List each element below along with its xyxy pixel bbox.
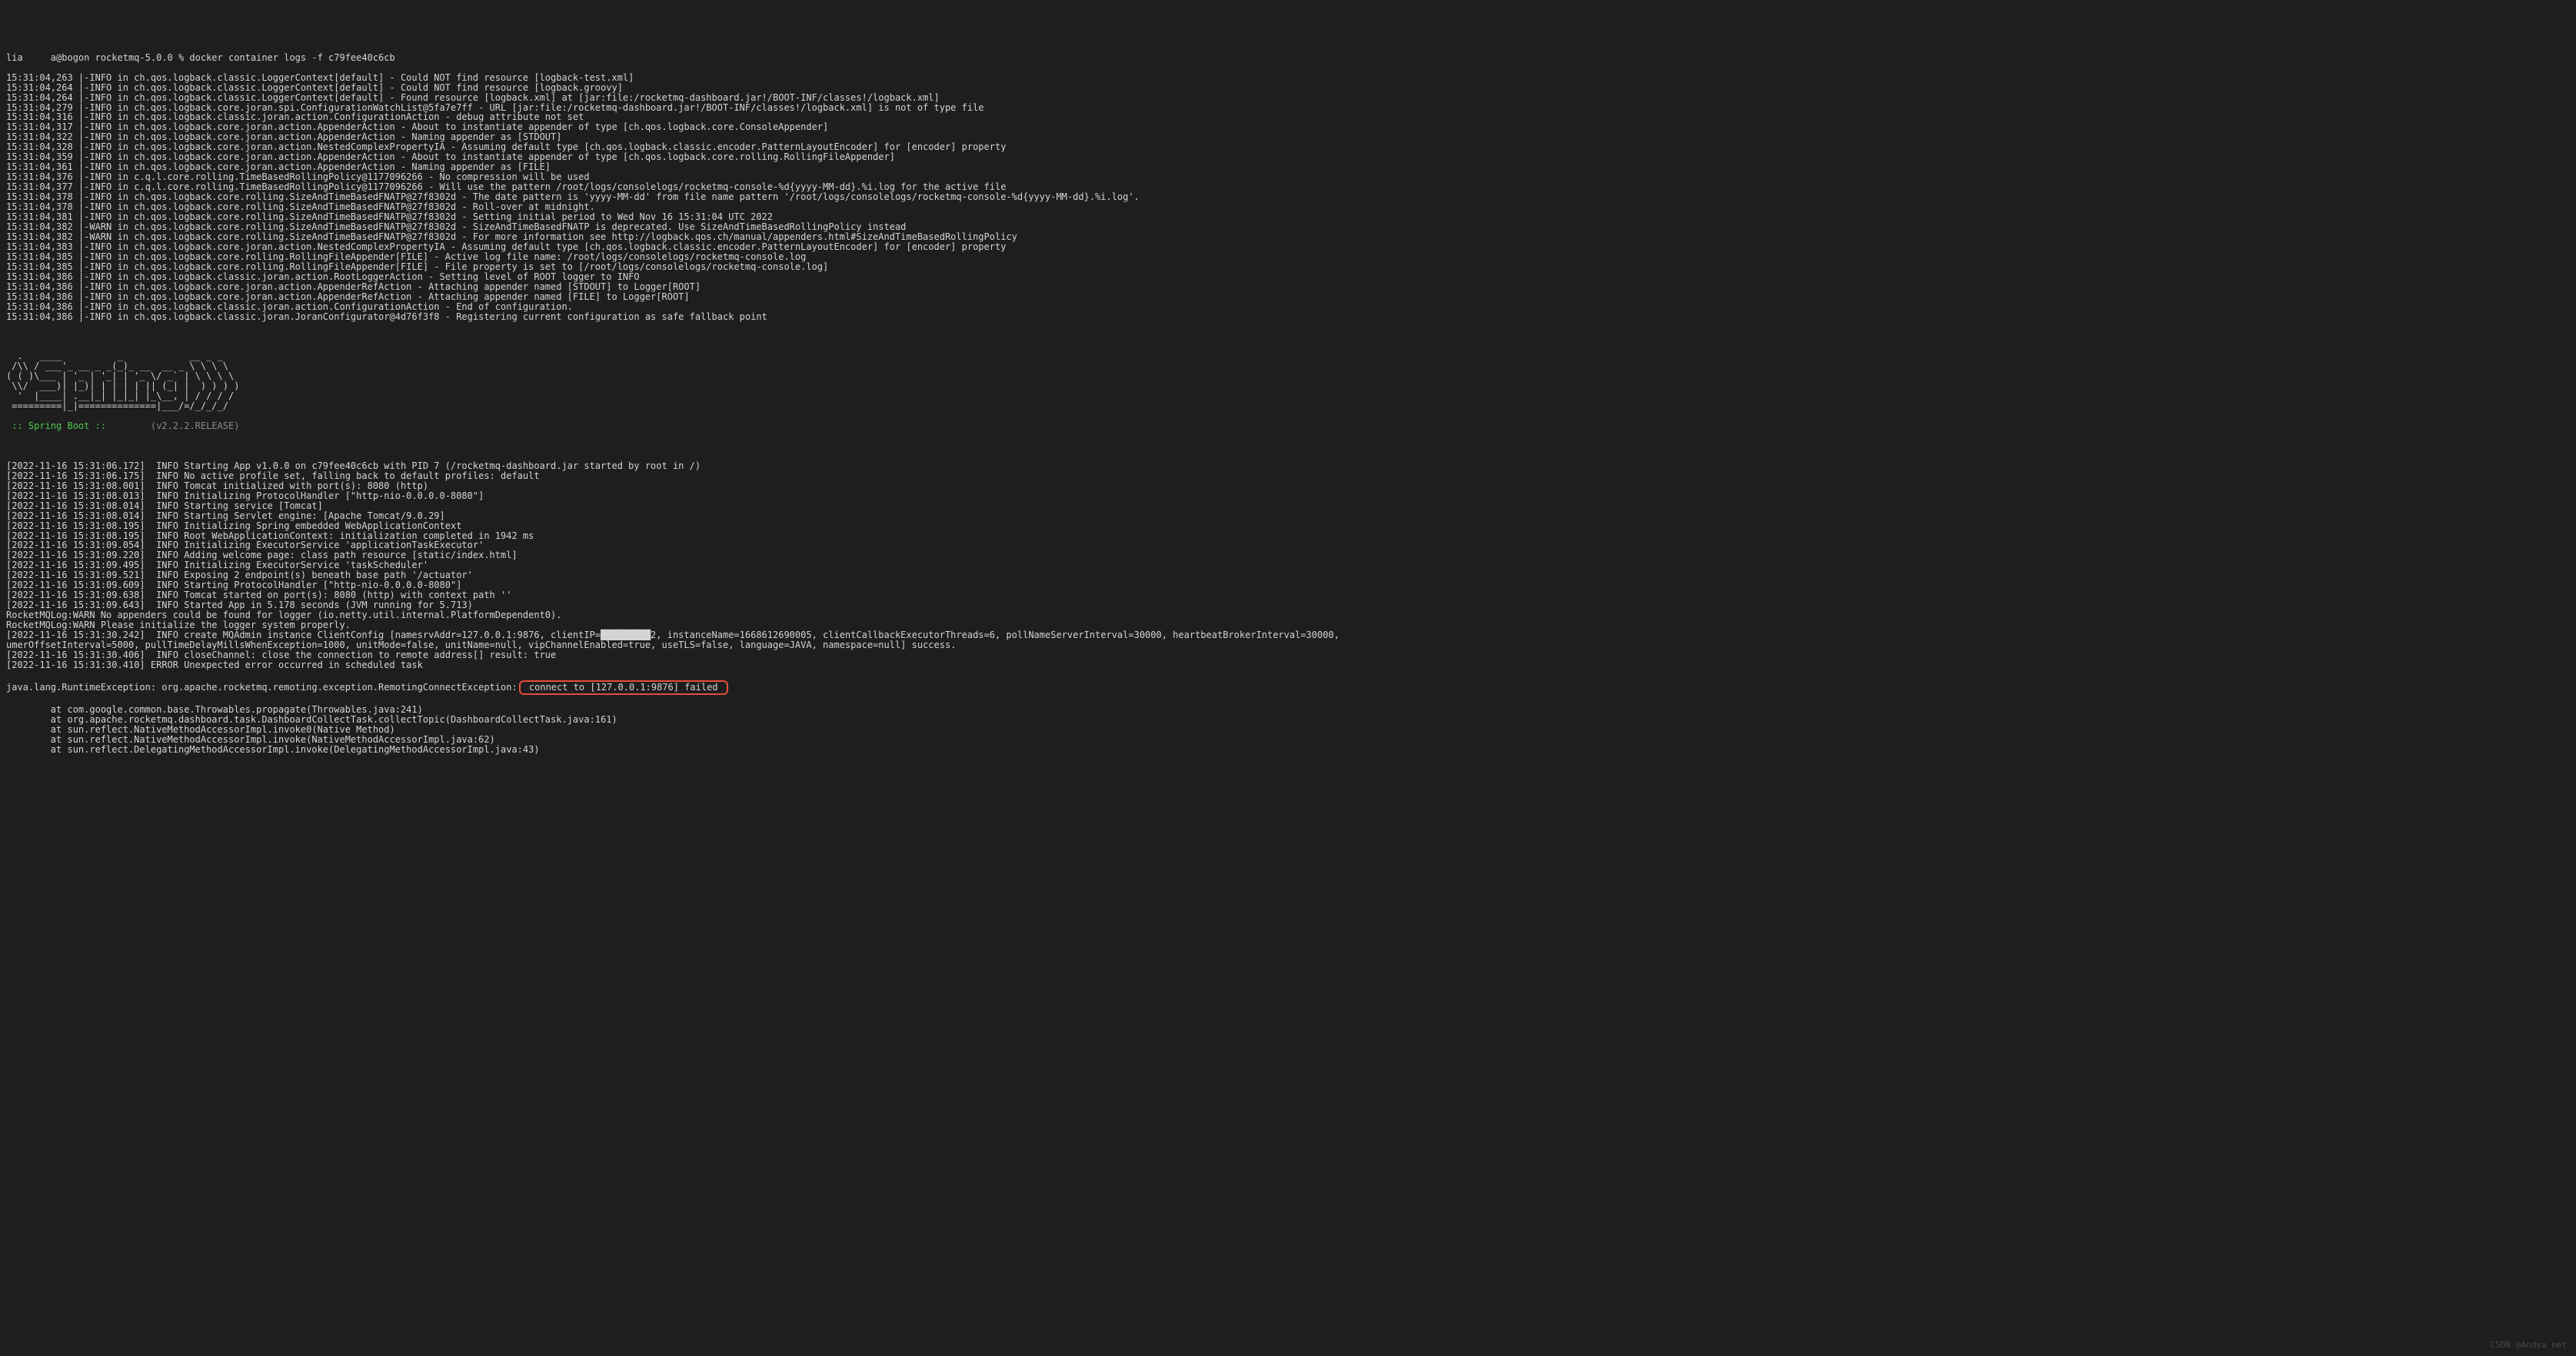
logback-line: 15:31:04,264 |-INFO in ch.qos.logback.cl… <box>6 93 2570 103</box>
error-highlight-box: connect to [127.0.0.1:9876] failed <box>519 680 728 695</box>
prompt-line: lia a@bogon rocketmq-5.0.0 % docker cont… <box>6 53 2570 63</box>
logback-line: 15:31:04,386 |-INFO in ch.qos.logback.cl… <box>6 272 2570 282</box>
exception-prefix: java.lang.RuntimeException: org.apache.r… <box>6 682 518 693</box>
exception-line: java.lang.RuntimeException: org.apache.r… <box>6 680 2570 695</box>
banner-line: ' |____| .__|_| |_|_| |_\__, | / / / / <box>6 391 2570 401</box>
spring-boot-line: :: Spring Boot :: (v2.2.2.RELEASE) <box>6 421 2570 431</box>
logback-line: 15:31:04,385 |-INFO in ch.qos.logback.co… <box>6 262 2570 272</box>
app-log-line: RocketMQLog:WARN No appenders could be f… <box>6 610 2570 620</box>
app-log-line: [2022-11-16 15:31:08.014] INFO Starting … <box>6 501 2570 511</box>
logback-line: 15:31:04,264 |-INFO in ch.qos.logback.cl… <box>6 83 2570 93</box>
stacktrace-line: at sun.reflect.DelegatingMethodAccessorI… <box>6 745 2570 755</box>
blank-line <box>6 331 2570 341</box>
app-log-line: [2022-11-16 15:31:06.175] INFO No active… <box>6 471 2570 481</box>
stacktrace-line: at sun.reflect.NativeMethodAccessorImpl.… <box>6 725 2570 735</box>
banner-line: =========|_|==============|___/=/_/_/_/ <box>6 401 2570 411</box>
terminal-output[interactable]: lia a@bogon rocketmq-5.0.0 % docker cont… <box>6 43 2570 765</box>
logback-line: 15:31:04,382 |-WARN in ch.qos.logback.co… <box>6 222 2570 232</box>
stacktrace-line: at com.google.common.base.Throwables.pro… <box>6 705 2570 715</box>
stacktrace-section: at com.google.common.base.Throwables.pro… <box>6 705 2570 755</box>
app-log-line: umerOffsetInterval=5000, pullTimeDelayMi… <box>6 640 2570 650</box>
logback-section: 15:31:04,263 |-INFO in ch.qos.logback.cl… <box>6 73 2570 322</box>
spring-boot-version: (v2.2.2.RELEASE) <box>145 420 240 431</box>
spring-boot-label: :: Spring Boot :: <box>6 420 145 431</box>
stacktrace-line: at sun.reflect.NativeMethodAccessorImpl.… <box>6 735 2570 745</box>
logback-line: 15:31:04,383 |-INFO in ch.qos.logback.co… <box>6 242 2570 252</box>
app-log-line: [2022-11-16 15:31:08.014] INFO Starting … <box>6 511 2570 521</box>
app-log-line: [2022-11-16 15:31:30.410] ERROR Unexpect… <box>6 660 2570 670</box>
app-log-line: [2022-11-16 15:31:08.013] INFO Initializ… <box>6 491 2570 501</box>
app-log-line: [2022-11-16 15:31:08.001] INFO Tomcat in… <box>6 481 2570 491</box>
stacktrace-line: at org.apache.rocketmq.dashboard.task.Da… <box>6 715 2570 725</box>
logback-line: 15:31:04,386 |-INFO in ch.qos.logback.cl… <box>6 302 2570 312</box>
banner-line: ( ( )\___ | '_ | '_| | '_ \/ _` | \ \ \ … <box>6 371 2570 381</box>
banner-line: . ____ _ __ _ _ <box>6 351 2570 361</box>
app-log-line: [2022-11-16 15:31:06.172] INFO Starting … <box>6 461 2570 471</box>
logback-line: 15:31:04,385 |-INFO in ch.qos.logback.co… <box>6 252 2570 262</box>
app-log-section: [2022-11-16 15:31:06.172] INFO Starting … <box>6 461 2570 670</box>
logback-line: 15:31:04,386 |-INFO in ch.qos.logback.co… <box>6 282 2570 292</box>
spring-banner: . ____ _ __ _ _ /\\ / ___'_ __ _ _(_)_ _… <box>6 351 2570 411</box>
app-log-line: [2022-11-16 15:31:08.195] INFO Initializ… <box>6 521 2570 531</box>
blank-line <box>6 441 2570 451</box>
banner-line: \\/ ___)| |_)| | | | | || (_| | ) ) ) ) <box>6 381 2570 391</box>
watermark: CSDN @Andya_net <box>2491 1341 2567 1350</box>
banner-line: /\\ / ___'_ __ _ _(_)_ __ __ _ \ \ \ \ <box>6 361 2570 371</box>
logback-line: 15:31:04,386 |-INFO in ch.qos.logback.cl… <box>6 312 2570 322</box>
logback-line: 15:31:04,382 |-WARN in ch.qos.logback.co… <box>6 232 2570 242</box>
logback-line: 15:31:04,263 |-INFO in ch.qos.logback.cl… <box>6 73 2570 83</box>
logback-line: 15:31:04,386 |-INFO in ch.qos.logback.co… <box>6 292 2570 302</box>
app-log-line: [2022-11-16 15:31:30.406] INFO closeChan… <box>6 650 2570 660</box>
